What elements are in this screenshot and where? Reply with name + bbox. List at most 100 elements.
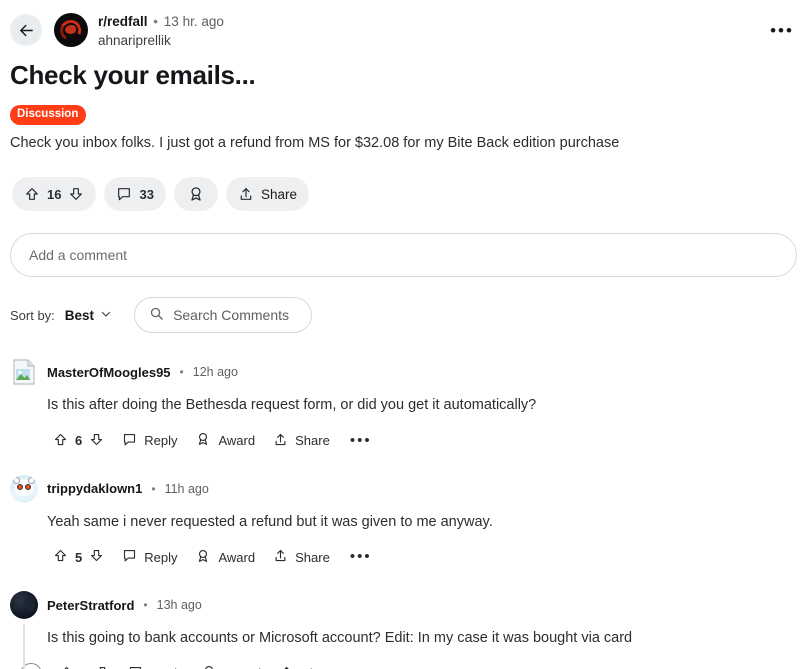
comment-reply-button[interactable]: Reply xyxy=(122,660,189,669)
upvote-arrow-icon xyxy=(59,665,74,669)
comment-count: 33 xyxy=(139,186,154,202)
search-comments-input[interactable]: Search Comments xyxy=(134,297,313,334)
comment-timestamp: 13h ago xyxy=(156,598,202,613)
search-comments-placeholder: Search Comments xyxy=(173,307,289,324)
comment-reply-button[interactable]: Reply xyxy=(116,543,183,571)
thread-line[interactable] xyxy=(23,624,25,669)
post-score: 16 xyxy=(47,186,62,202)
comment-score: 6 xyxy=(75,433,83,449)
comment-reply-label: Reply xyxy=(144,433,178,449)
subreddit-link[interactable]: r/redfall xyxy=(98,14,148,29)
comment-meta-separator: • xyxy=(151,481,156,496)
post-action-bar: 16 33 Share xyxy=(12,177,805,212)
award-ribbon-icon xyxy=(195,548,211,567)
avatar-ear-left xyxy=(13,476,20,484)
share-button[interactable]: Share xyxy=(225,177,309,212)
comment-award-button[interactable]: Award xyxy=(189,427,261,455)
snoo-clown-avatar[interactable] xyxy=(10,474,38,503)
comment-author[interactable]: PeterStratford xyxy=(47,598,134,613)
post-timestamp: 13 hr. ago xyxy=(163,14,224,29)
comment-score: 5 xyxy=(75,549,83,565)
comment-timestamp: 12h ago xyxy=(192,365,238,380)
post-author[interactable]: ahnariprellik xyxy=(98,32,224,50)
comment-item: trippydaklown1 • 11h ago Yeah same i nev… xyxy=(0,474,805,572)
comment-share-label: Share xyxy=(295,549,330,565)
share-upload-icon xyxy=(273,548,288,566)
avatar-eye-left xyxy=(17,483,23,490)
upvote-arrow-icon xyxy=(53,548,68,566)
post-flair-badge[interactable]: Discussion xyxy=(10,105,87,125)
chevron-down-icon xyxy=(100,308,112,323)
broken-image-placeholder-avatar[interactable] xyxy=(10,358,38,386)
award-button[interactable] xyxy=(173,177,218,212)
sort-value: Best xyxy=(64,307,95,323)
award-ribbon-icon xyxy=(201,664,217,669)
share-upload-icon xyxy=(273,432,288,450)
comment-header: MasterOfMoogles95 • 12h ago xyxy=(10,359,805,385)
comment-bubble-icon xyxy=(122,548,137,566)
comment-upvote-button[interactable]: 5 xyxy=(47,543,110,571)
comment-share-button[interactable]: Share xyxy=(267,427,336,455)
downvote-arrow-icon[interactable] xyxy=(89,548,104,566)
comment-overflow-menu-button[interactable]: ••• xyxy=(342,543,380,571)
share-upload-icon xyxy=(279,665,294,669)
share-upload-icon xyxy=(238,186,254,202)
back-button[interactable] xyxy=(10,14,42,46)
subreddit-avatar[interactable] xyxy=(54,13,88,47)
comment-award-label: Award xyxy=(218,433,256,449)
comment-list: MasterOfMoogles95 • 12h ago Is this afte… xyxy=(0,359,805,669)
comment-bubble-icon xyxy=(116,186,132,202)
comment-bubble-icon xyxy=(128,665,143,669)
upvote-arrow-icon xyxy=(53,432,68,450)
comment-meta-separator: • xyxy=(179,365,184,380)
comment-award-button[interactable]: Award xyxy=(189,543,261,571)
search-icon xyxy=(149,306,164,324)
vote-pill: 16 xyxy=(12,177,97,212)
comment-share-button[interactable]: Share xyxy=(267,543,336,571)
comments-button[interactable]: 33 xyxy=(104,177,166,212)
meta-separator: • xyxy=(153,14,159,29)
comment-award-label: Award xyxy=(218,549,256,565)
downvote-arrow-icon[interactable] xyxy=(95,665,110,669)
downvote-arrow-icon[interactable] xyxy=(68,186,84,202)
comment-action-bar: 2 Reply xyxy=(20,660,805,669)
avatar-face xyxy=(24,597,35,613)
sort-dropdown[interactable]: Best xyxy=(65,308,112,323)
redfall-logo-accent xyxy=(65,25,76,34)
post-overflow-menu-button[interactable]: ••• xyxy=(767,18,797,44)
post-meta: r/redfall • 13 hr. ago ahnariprellik xyxy=(98,12,224,50)
comment-upvote-button[interactable]: 6 xyxy=(47,427,110,455)
comment-share-button[interactable]: Share xyxy=(273,660,342,669)
comment-upvote-button[interactable]: 2 xyxy=(53,660,116,669)
comment-body-text: Is this going to bank accounts or Micros… xyxy=(47,630,633,647)
sort-by-label: Sort by: xyxy=(10,307,55,323)
award-ribbon-icon xyxy=(187,185,205,203)
comment-header: PeterStratford • 13h ago xyxy=(10,591,805,620)
arrow-left-icon xyxy=(18,22,35,39)
comment-overflow-menu-button[interactable]: ••• xyxy=(348,660,386,669)
comment-bubble-icon xyxy=(122,432,137,450)
post-header: r/redfall • 13 hr. ago ahnariprellik ••• xyxy=(0,0,805,50)
comment-header: trippydaklown1 • 11h ago xyxy=(10,474,805,503)
comment-share-label: Share xyxy=(295,433,330,449)
comment-reply-label: Reply xyxy=(144,549,178,565)
page-title: Check your emails... xyxy=(10,60,256,91)
comment-award-button[interactable]: Award xyxy=(195,660,267,669)
dark-portrait-avatar[interactable] xyxy=(10,591,38,620)
comment-meta-separator: • xyxy=(143,598,148,613)
comment-author[interactable]: MasterOfMoogles95 xyxy=(47,365,171,380)
comment-item: PeterStratford • 13h ago Is this going t… xyxy=(0,591,805,669)
share-label: Share xyxy=(260,186,297,202)
comment-item: MasterOfMoogles95 • 12h ago Is this afte… xyxy=(0,359,805,455)
comment-action-bar: 5 Reply Award Share ••• xyxy=(47,543,805,571)
comment-author[interactable]: trippydaklown1 xyxy=(47,481,142,496)
comment-timestamp: 11h ago xyxy=(164,481,209,496)
upvote-arrow-icon[interactable] xyxy=(24,186,40,202)
award-ribbon-icon xyxy=(195,431,211,450)
comment-body-text: Is this after doing the Bethesda request… xyxy=(47,397,537,414)
downvote-arrow-icon[interactable] xyxy=(89,432,104,450)
comment-reply-button[interactable]: Reply xyxy=(116,427,183,455)
add-comment-input[interactable]: Add a comment xyxy=(10,233,797,278)
comment-overflow-menu-button[interactable]: ••• xyxy=(342,427,380,455)
comment-action-bar: 6 Reply Award Share ••• xyxy=(47,427,805,455)
